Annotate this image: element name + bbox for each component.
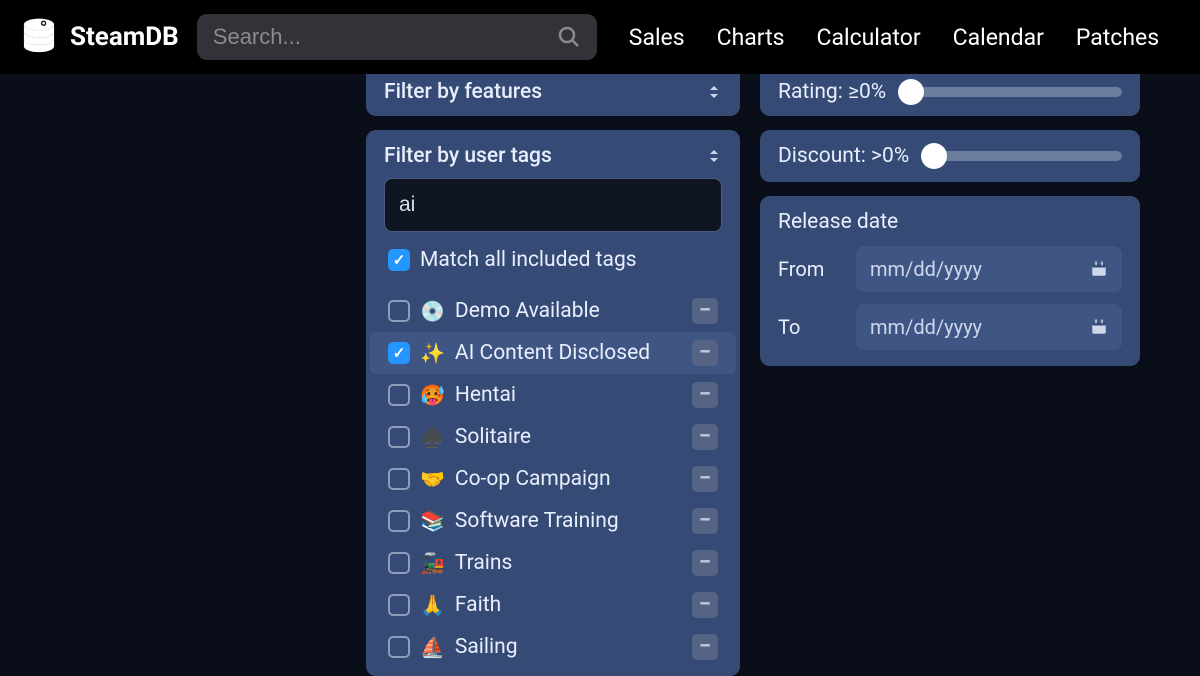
tag-row[interactable]: 🥵 Hentai− <box>384 374 722 416</box>
exclude-tag-button[interactable]: − <box>692 592 718 618</box>
tag-name: Solitaire <box>455 425 682 449</box>
rating-slider[interactable] <box>900 87 1122 97</box>
discount-panel: Discount: >0% <box>760 130 1140 182</box>
tag-search-box[interactable] <box>384 178 722 232</box>
rating-slider-thumb[interactable] <box>898 79 924 105</box>
tag-name: Faith <box>455 593 682 617</box>
calendar-icon <box>1090 318 1108 336</box>
logo-text: SteamDB <box>70 22 179 52</box>
tag-row[interactable]: 🙏 Faith− <box>384 584 722 626</box>
tag-search-input[interactable] <box>399 193 707 217</box>
discount-slider[interactable] <box>923 151 1122 161</box>
filters-column: Filter by features Filter by user tags M… <box>366 74 740 676</box>
tag-list: 💿Demo Available−✨AI Content Disclosed−🥵H… <box>384 290 722 668</box>
exclude-tag-button[interactable]: − <box>692 340 718 366</box>
search-input[interactable] <box>213 24 557 50</box>
tag-row[interactable]: 🤝 Co-op Campaign− <box>384 458 722 500</box>
calendar-icon <box>1090 260 1108 278</box>
tag-checkbox[interactable] <box>388 552 410 574</box>
header: SteamDB Sales Charts Calculator Calendar… <box>0 0 1200 74</box>
release-from-placeholder: mm/dd/yyyy <box>870 257 982 281</box>
tag-row[interactable]: 💿 Demo Available− <box>384 290 722 332</box>
tag-emoji-icon: 🥵 <box>420 383 445 407</box>
chevron-sort-icon <box>706 84 722 100</box>
tag-checkbox[interactable] <box>388 300 410 322</box>
tag-emoji-icon: ♠️ <box>420 425 445 449</box>
tag-emoji-icon: 🙏 <box>420 593 445 617</box>
nav-patches[interactable]: Patches <box>1076 24 1159 51</box>
filter-features-label: Filter by features <box>384 80 542 104</box>
steamdb-logo-icon <box>18 16 60 58</box>
exclude-tag-button[interactable]: − <box>692 382 718 408</box>
exclude-tag-button[interactable]: − <box>692 466 718 492</box>
chevron-sort-icon <box>706 148 722 164</box>
tag-checkbox[interactable] <box>388 426 410 448</box>
tag-row[interactable]: ✨ AI Content Disclosed− <box>370 332 736 374</box>
tag-row[interactable]: ⛵ Sailing− <box>384 626 722 668</box>
release-to-placeholder: mm/dd/yyyy <box>870 315 982 339</box>
release-date-title: Release date <box>778 210 1122 234</box>
tag-name: Software Training <box>455 509 682 533</box>
logo[interactable]: SteamDB <box>18 16 179 58</box>
match-all-row[interactable]: Match all included tags <box>384 240 722 280</box>
tag-checkbox[interactable] <box>388 342 410 364</box>
tag-checkbox[interactable] <box>388 636 410 658</box>
search-icon <box>557 25 581 49</box>
sliders-column: Rating: ≥0% Discount: >0% Release date F… <box>760 74 1140 676</box>
tag-emoji-icon: ✨ <box>420 341 445 365</box>
tag-row[interactable]: ♠️ Solitaire− <box>384 416 722 458</box>
search-box[interactable] <box>197 14 597 60</box>
tag-name: Demo Available <box>455 299 682 323</box>
nav-calculator[interactable]: Calculator <box>817 24 921 51</box>
release-from-row: From mm/dd/yyyy <box>778 246 1122 292</box>
exclude-tag-button[interactable]: − <box>692 424 718 450</box>
release-to-label: To <box>778 315 838 339</box>
release-to-input[interactable]: mm/dd/yyyy <box>856 304 1122 350</box>
tag-row[interactable]: 🚂 Trains− <box>384 542 722 584</box>
tag-name: Sailing <box>455 635 682 659</box>
match-all-checkbox[interactable] <box>388 249 410 271</box>
filter-features-panel[interactable]: Filter by features <box>366 74 740 116</box>
tag-name: AI Content Disclosed <box>455 341 682 365</box>
tag-emoji-icon: 🤝 <box>420 467 445 491</box>
match-all-label: Match all included tags <box>420 248 637 272</box>
release-from-input[interactable]: mm/dd/yyyy <box>856 246 1122 292</box>
exclude-tag-button[interactable]: − <box>692 550 718 576</box>
tag-emoji-icon: 💿 <box>420 299 445 323</box>
nav-calendar[interactable]: Calendar <box>953 24 1044 51</box>
tag-checkbox[interactable] <box>388 510 410 532</box>
tag-name: Hentai <box>455 383 682 407</box>
tag-row[interactable]: 📚 Software Training− <box>384 500 722 542</box>
release-date-panel: Release date From mm/dd/yyyy To mm/dd/yy… <box>760 196 1140 366</box>
tag-name: Co-op Campaign <box>455 467 682 491</box>
tag-checkbox[interactable] <box>388 384 410 406</box>
tag-emoji-icon: 🚂 <box>420 551 445 575</box>
exclude-tag-button[interactable]: − <box>692 634 718 660</box>
discount-label: Discount: >0% <box>778 144 909 168</box>
tag-name: Trains <box>455 551 682 575</box>
tag-checkbox[interactable] <box>388 594 410 616</box>
filter-tags-panel: Filter by user tags Match all included t… <box>366 130 740 676</box>
content: Filter by features Filter by user tags M… <box>0 74 1200 676</box>
rating-label: Rating: ≥0% <box>778 80 886 104</box>
tag-checkbox[interactable] <box>388 468 410 490</box>
filter-tags-label: Filter by user tags <box>384 144 552 168</box>
tag-emoji-icon: ⛵ <box>420 635 445 659</box>
release-from-label: From <box>778 257 838 281</box>
filter-tags-header[interactable]: Filter by user tags <box>384 144 722 168</box>
exclude-tag-button[interactable]: − <box>692 508 718 534</box>
tag-emoji-icon: 📚 <box>420 509 445 533</box>
main-nav: Sales Charts Calculator Calendar Patches <box>629 24 1159 51</box>
rating-panel: Rating: ≥0% <box>760 74 1140 116</box>
nav-sales[interactable]: Sales <box>629 24 685 51</box>
discount-slider-thumb[interactable] <box>921 143 947 169</box>
exclude-tag-button[interactable]: − <box>692 298 718 324</box>
release-to-row: To mm/dd/yyyy <box>778 304 1122 350</box>
nav-charts[interactable]: Charts <box>717 24 785 51</box>
